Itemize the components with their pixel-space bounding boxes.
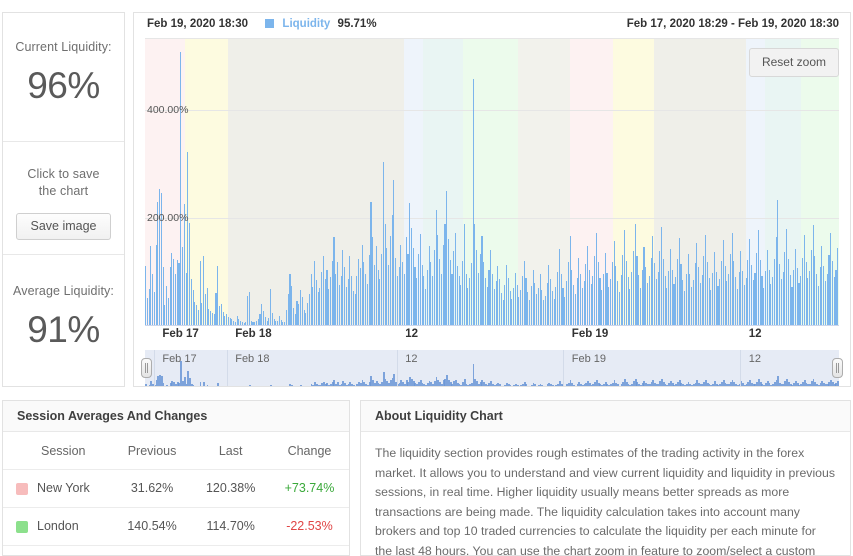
liquidity-chart-card: Feb 19, 2020 18:30 Liquidity 95.71% Feb … — [133, 12, 851, 387]
table-header-row: Session Previous Last Change — [3, 432, 349, 470]
navigator-bar — [564, 386, 566, 387]
navigator-bar — [247, 386, 249, 387]
navigator-bar — [163, 383, 165, 387]
x-tick-label: 12 — [749, 328, 762, 340]
save-prompt-line-2: the chart — [7, 183, 120, 200]
chart-navigator[interactable]: Feb 17 Feb 18 12 Feb 19 12 — [145, 350, 839, 387]
navigator-bar — [207, 385, 209, 387]
navigator-separator — [563, 350, 564, 387]
navigator-bar — [529, 386, 531, 387]
x-tick-label: Feb 18 — [235, 328, 271, 340]
session-averages-title: Session Averages And Changes — [3, 401, 349, 432]
cell-previous: 140.54% — [113, 508, 192, 546]
navigator-bar — [200, 382, 202, 387]
y-tick-label-400: 400.00% — [147, 104, 188, 116]
navigator-tick-label: 12 — [405, 353, 417, 365]
navigator-bar — [518, 386, 520, 387]
column-header-change: Change — [270, 432, 349, 470]
save-chart-block: Click to save the chart Save image — [3, 141, 124, 254]
column-header-previous: Previous — [113, 432, 192, 470]
navigator-bar — [217, 383, 219, 387]
cell-last: 114.70% — [191, 508, 270, 546]
navigator-separator — [227, 350, 228, 387]
column-header-session: Session — [3, 432, 113, 470]
table-row[interactable]: New York 31.62%120.38%+73.74% — [3, 470, 349, 508]
navigator-tick-label: Feb 19 — [572, 353, 606, 365]
navigator-bar — [270, 385, 272, 387]
navigator-bar — [545, 386, 547, 387]
chart-tooltip-header: Feb 19, 2020 18:30 Liquidity 95.71% — [147, 18, 377, 30]
session-color-swatch-icon — [16, 483, 28, 495]
x-tick-label: 12 — [405, 328, 418, 340]
save-prompt-line-1: Click to save — [7, 166, 120, 183]
current-liquidity-block: Current Liquidity: 96% — [3, 13, 124, 141]
bar — [837, 248, 838, 326]
session-name: New York — [37, 481, 90, 495]
y-tick-label-200: 200.00% — [147, 212, 188, 224]
navigator-bar — [296, 386, 298, 387]
navigator-tick-label: 12 — [749, 353, 761, 365]
liquidity-stats-card: Current Liquidity: 96% Click to save the… — [2, 12, 125, 387]
session-name: London — [37, 519, 79, 533]
column-header-last: Last — [191, 432, 270, 470]
navigator-separator — [740, 350, 741, 387]
legend-series-value: 95.71% — [338, 18, 377, 30]
cell-last: 120.38% — [191, 470, 270, 508]
navigator-separator — [397, 350, 398, 387]
legend-series-name[interactable]: Liquidity — [282, 18, 330, 30]
bottom-row: Session Averages And Changes Session Pre… — [0, 398, 853, 556]
save-image-button[interactable]: Save image — [16, 213, 110, 240]
current-liquidity-label: Current Liquidity: — [7, 39, 120, 56]
navigator-tick-label: Feb 18 — [235, 353, 269, 365]
liquidity-chart-page: Current Liquidity: 96% Click to save the… — [0, 0, 853, 556]
navigator-bar — [291, 385, 293, 387]
reset-zoom-button[interactable]: Reset zoom — [749, 48, 839, 77]
navigator-bar — [203, 382, 205, 387]
chart-plot-area[interactable]: 200.00% 400.00% — [145, 38, 839, 326]
about-liquidity-title: About Liquidity Chart — [361, 401, 850, 432]
cell-session: New York — [3, 470, 113, 508]
session-averages-panel: Session Averages And Changes Session Pre… — [2, 400, 350, 556]
x-axis-ticks: Feb 17 Feb 18 12 Feb 19 12 — [145, 328, 839, 346]
cell-change: +73.74% — [270, 470, 349, 508]
average-liquidity-value: 91% — [7, 307, 120, 353]
navigator-handle-left[interactable] — [141, 358, 152, 378]
liquidity-bars — [145, 39, 839, 326]
hover-timestamp: Feb 19, 2020 18:30 — [147, 18, 248, 30]
session-averages-table: Session Previous Last Change New York 31.… — [3, 432, 349, 546]
top-row: Current Liquidity: 96% Click to save the… — [0, 0, 853, 390]
about-liquidity-panel: About Liquidity Chart The liquidity sect… — [360, 400, 851, 556]
x-tick-label: Feb 19 — [572, 328, 608, 340]
x-axis-line — [145, 325, 839, 326]
chart-header: Feb 19, 2020 18:30 Liquidity 95.71% Feb … — [134, 13, 850, 39]
table-row[interactable]: London 140.54%114.70%-22.53% — [3, 508, 349, 546]
navigator-handle-right[interactable] — [832, 358, 843, 378]
navigator-bar — [554, 386, 556, 387]
navigator-bar — [168, 386, 170, 387]
navigator-bar — [503, 386, 505, 387]
average-liquidity-block: Average Liquidity: 91% — [3, 254, 124, 386]
navigator-bar — [511, 386, 513, 387]
navigator-bar — [543, 386, 545, 387]
navigator-bar — [837, 381, 839, 387]
navigator-bar — [147, 386, 149, 387]
average-liquidity-label: Average Liquidity: — [7, 283, 120, 300]
current-liquidity-value: 96% — [7, 63, 120, 109]
navigator-tick-label: Feb 17 — [162, 353, 196, 365]
cell-change: -22.53% — [270, 508, 349, 546]
cell-session: London — [3, 508, 113, 546]
chart-range-label: Feb 17, 2020 18:29 - Feb 19, 2020 18:30 — [627, 18, 839, 30]
navigator-bar — [249, 385, 251, 387]
navigator-separator — [154, 350, 155, 387]
cell-previous: 31.62% — [113, 470, 192, 508]
session-color-swatch-icon — [16, 521, 28, 533]
x-tick-label: Feb 17 — [162, 328, 198, 340]
about-liquidity-body: The liquidity section provides rough est… — [361, 432, 850, 556]
legend-color-swatch-icon — [265, 19, 274, 28]
navigator-bar — [302, 386, 304, 387]
